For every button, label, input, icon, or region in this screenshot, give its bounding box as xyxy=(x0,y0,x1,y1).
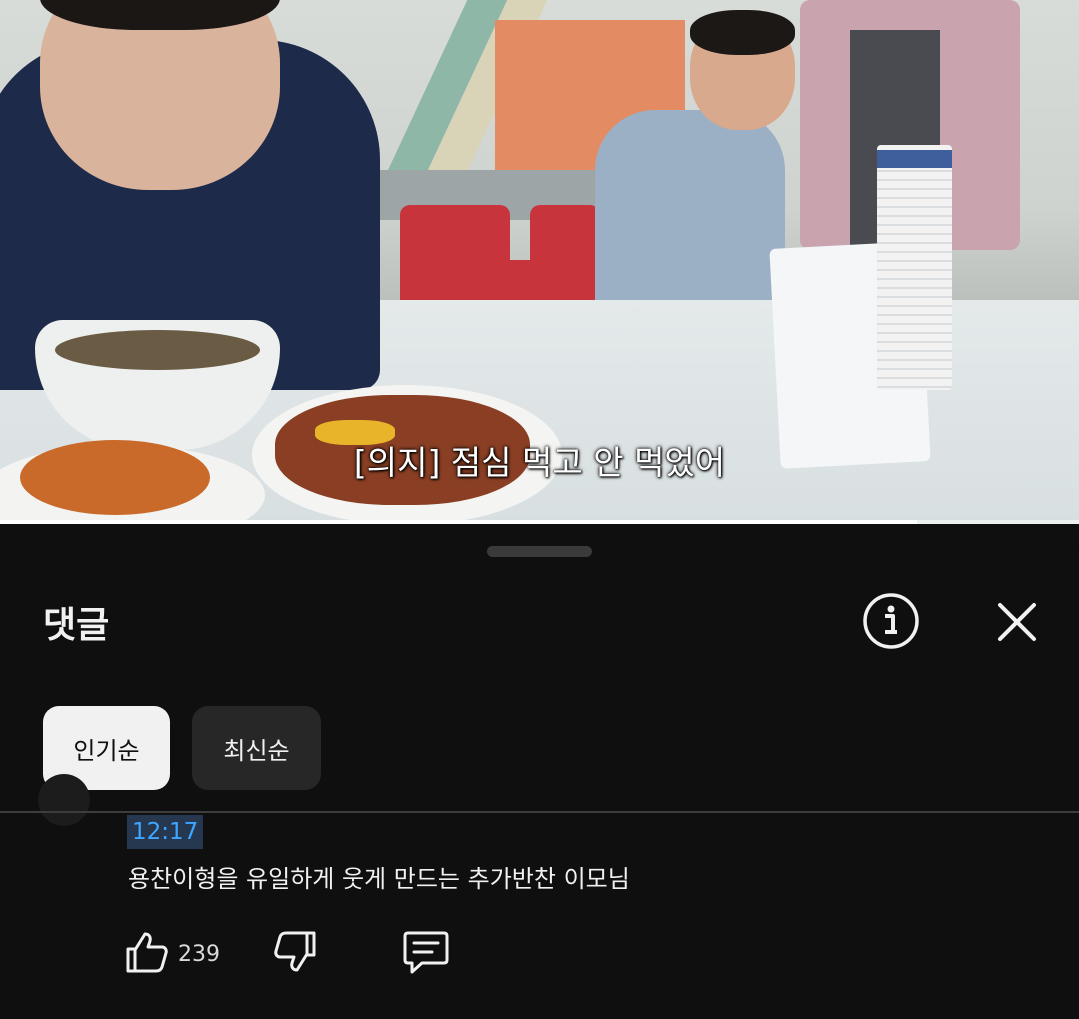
sheet-title: 댓글 xyxy=(43,605,110,646)
drag-handle[interactable] xyxy=(487,546,592,557)
diner-hair xyxy=(690,10,795,55)
sort-chip-newest[interactable]: 최신순 xyxy=(192,706,321,790)
diner-person xyxy=(595,110,785,310)
avatar[interactable] xyxy=(38,774,90,826)
info-icon[interactable] xyxy=(862,592,920,650)
paper-cup-stack xyxy=(877,145,952,390)
video-player[interactable]: [의지] 점심 먹고 안 먹었어 xyxy=(0,0,1079,524)
divider xyxy=(0,811,1079,813)
close-icon[interactable] xyxy=(995,600,1039,644)
comment-timestamp-link[interactable]: 12:17 xyxy=(127,815,204,849)
video-subtitle: [의지] 점심 먹고 안 먹었어 xyxy=(353,443,726,482)
cup-band xyxy=(877,150,952,168)
thumbs-up-icon[interactable] xyxy=(124,929,170,975)
like-count: 239 xyxy=(178,942,220,967)
thumbs-down-icon[interactable] xyxy=(272,929,318,975)
comment-text: 용찬이형을 유일하게 웃게 만드는 추가반찬 이모님 xyxy=(128,865,630,893)
soup xyxy=(55,330,260,370)
comments-sheet: 댓글 인기순 최신순 12:17 용찬이형을 유일하게 웃게 만드는 추가반찬 … xyxy=(0,524,1079,1019)
reply-comment-icon[interactable] xyxy=(402,929,450,975)
